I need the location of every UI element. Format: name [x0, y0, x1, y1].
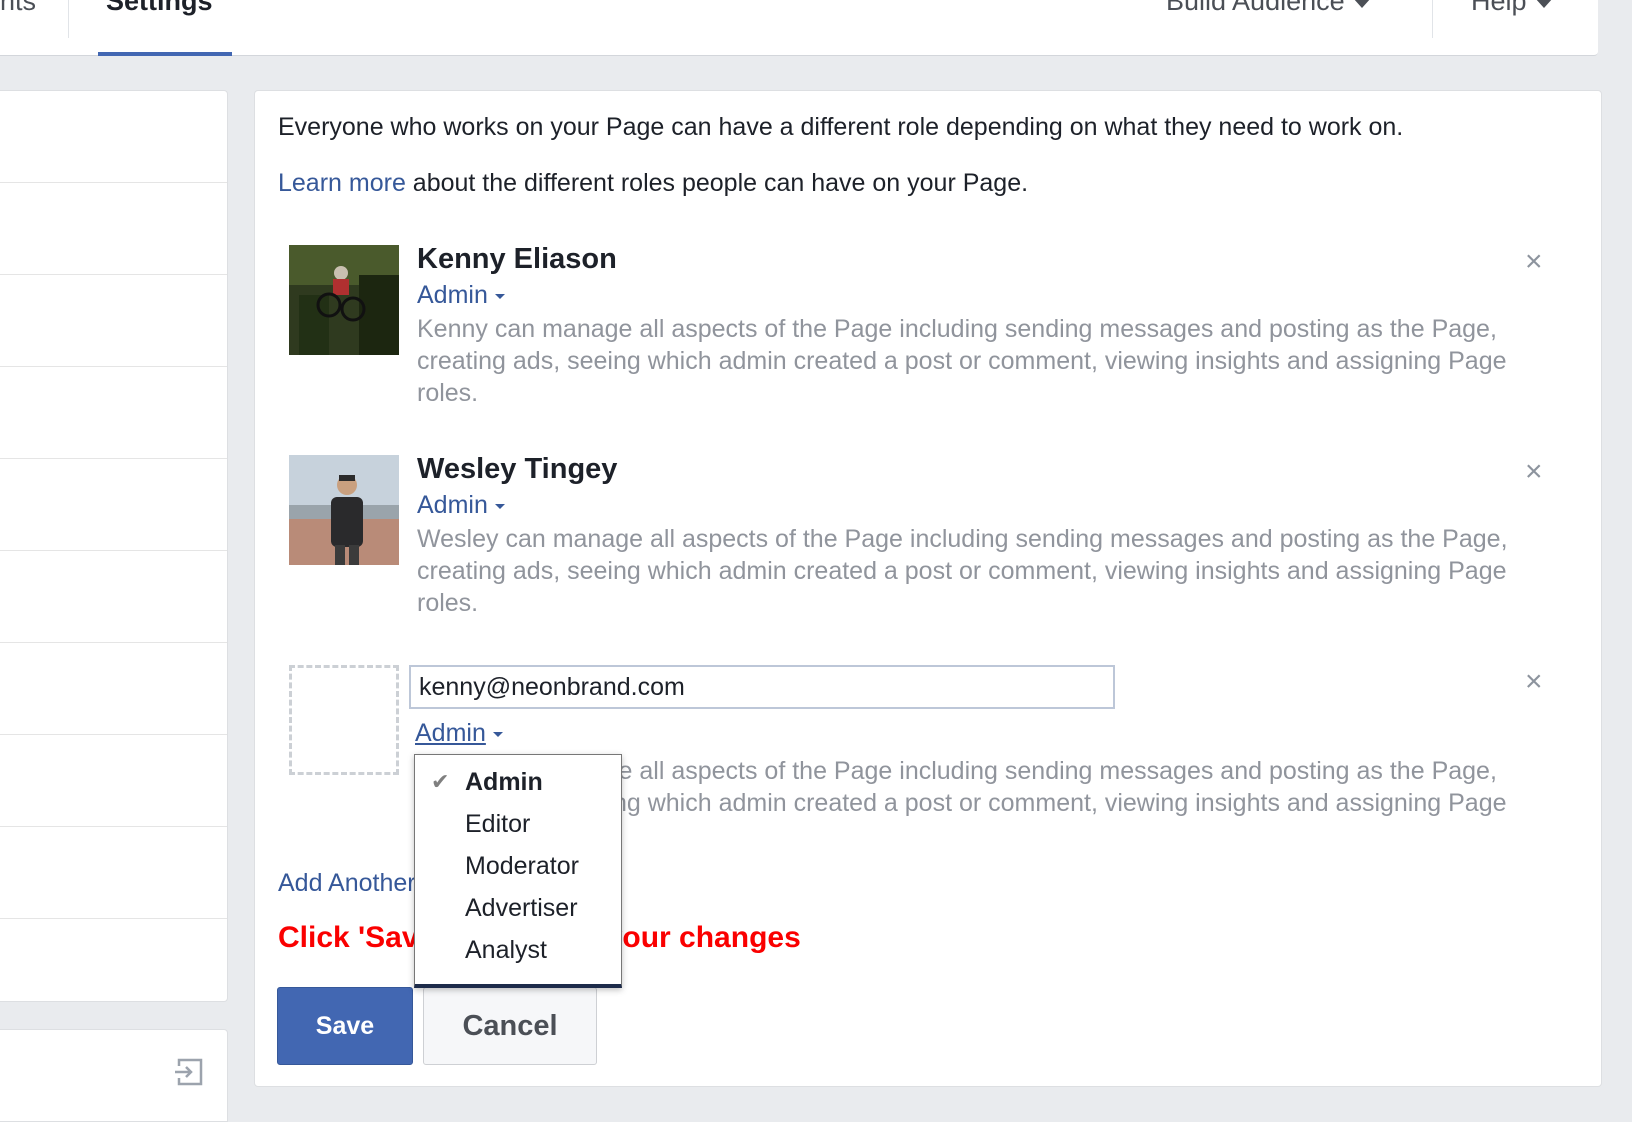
- close-icon[interactable]: ×: [1525, 665, 1543, 699]
- role-selector[interactable]: Admin: [415, 719, 503, 748]
- build-audience-label: Build Audience: [1166, 0, 1345, 16]
- role-description: Kenny can manage all aspects of the Page…: [417, 315, 1507, 407]
- sidebar-item[interactable]: [0, 183, 227, 275]
- sidebar-item[interactable]: [0, 459, 227, 551]
- menu-item-advertiser[interactable]: Advertiser: [415, 887, 621, 929]
- role-selector[interactable]: Admin: [417, 491, 505, 520]
- tab-previous[interactable]: nts: [0, 0, 36, 17]
- help-label: Help: [1471, 0, 1527, 16]
- settings-sidebar: [0, 90, 228, 1002]
- exit-icon[interactable]: [173, 1056, 205, 1088]
- role-label: Admin: [417, 491, 488, 519]
- close-icon[interactable]: ×: [1525, 455, 1543, 489]
- menu-item-editor[interactable]: Editor: [415, 803, 621, 845]
- sidebar-item[interactable]: [0, 919, 227, 1011]
- sidebar-item[interactable]: [0, 643, 227, 735]
- avatar: [289, 455, 399, 565]
- person-name: Kenny Eliason: [417, 243, 617, 275]
- menu-item-moderator[interactable]: Moderator: [415, 845, 621, 887]
- active-tab-indicator: [98, 52, 232, 56]
- menu-item-analyst[interactable]: Analyst: [415, 929, 621, 971]
- chevron-down-icon: [494, 293, 505, 299]
- cancel-button[interactable]: Cancel: [423, 987, 597, 1065]
- tab-divider: [68, 0, 69, 38]
- role-label: Admin: [415, 719, 486, 747]
- chevron-down-icon: [1352, 0, 1371, 8]
- sidebar-item[interactable]: [0, 275, 227, 367]
- role-description: Wesley can manage all aspects of the Pag…: [417, 525, 1508, 617]
- close-icon[interactable]: ×: [1525, 245, 1543, 279]
- sidebar-footer: [0, 1029, 228, 1122]
- intro-text: Everyone who works on your Page can have…: [278, 113, 1404, 141]
- tab-settings[interactable]: Settings: [106, 0, 213, 17]
- tab-divider: [1432, 0, 1433, 38]
- sidebar-item[interactable]: [0, 367, 227, 459]
- chevron-down-icon: [492, 731, 503, 737]
- learn-more-link[interactable]: Learn more: [278, 169, 406, 197]
- avatar: [289, 245, 399, 355]
- save-button[interactable]: Save: [277, 987, 413, 1065]
- sidebar-item[interactable]: [0, 827, 227, 919]
- help-menu[interactable]: Help: [1471, 0, 1553, 17]
- menu-item-admin[interactable]: ✔ Admin: [415, 761, 621, 803]
- sidebar-item[interactable]: [0, 735, 227, 827]
- learn-more-line: Learn more about the different roles peo…: [278, 169, 1028, 198]
- role-selector[interactable]: Admin: [417, 281, 505, 310]
- sidebar-item[interactable]: [0, 91, 227, 183]
- role-dropdown-menu: ✔ Admin Editor Moderator Advertiser Analy…: [414, 754, 622, 988]
- person-name: Wesley Tingey: [417, 453, 618, 485]
- build-audience-menu[interactable]: Build Audience: [1166, 0, 1371, 17]
- role-label: Admin: [417, 281, 488, 309]
- chevron-down-icon: [494, 503, 505, 509]
- chevron-down-icon: [1534, 0, 1553, 8]
- email-field[interactable]: [409, 665, 1115, 709]
- page-top-nav: nts Settings Build Audience Help: [0, 0, 1598, 56]
- check-icon: ✔: [431, 769, 450, 794]
- learn-more-text: about the different roles people can hav…: [405, 169, 1029, 197]
- sidebar-item[interactable]: [0, 551, 227, 643]
- avatar-placeholder: [289, 665, 399, 775]
